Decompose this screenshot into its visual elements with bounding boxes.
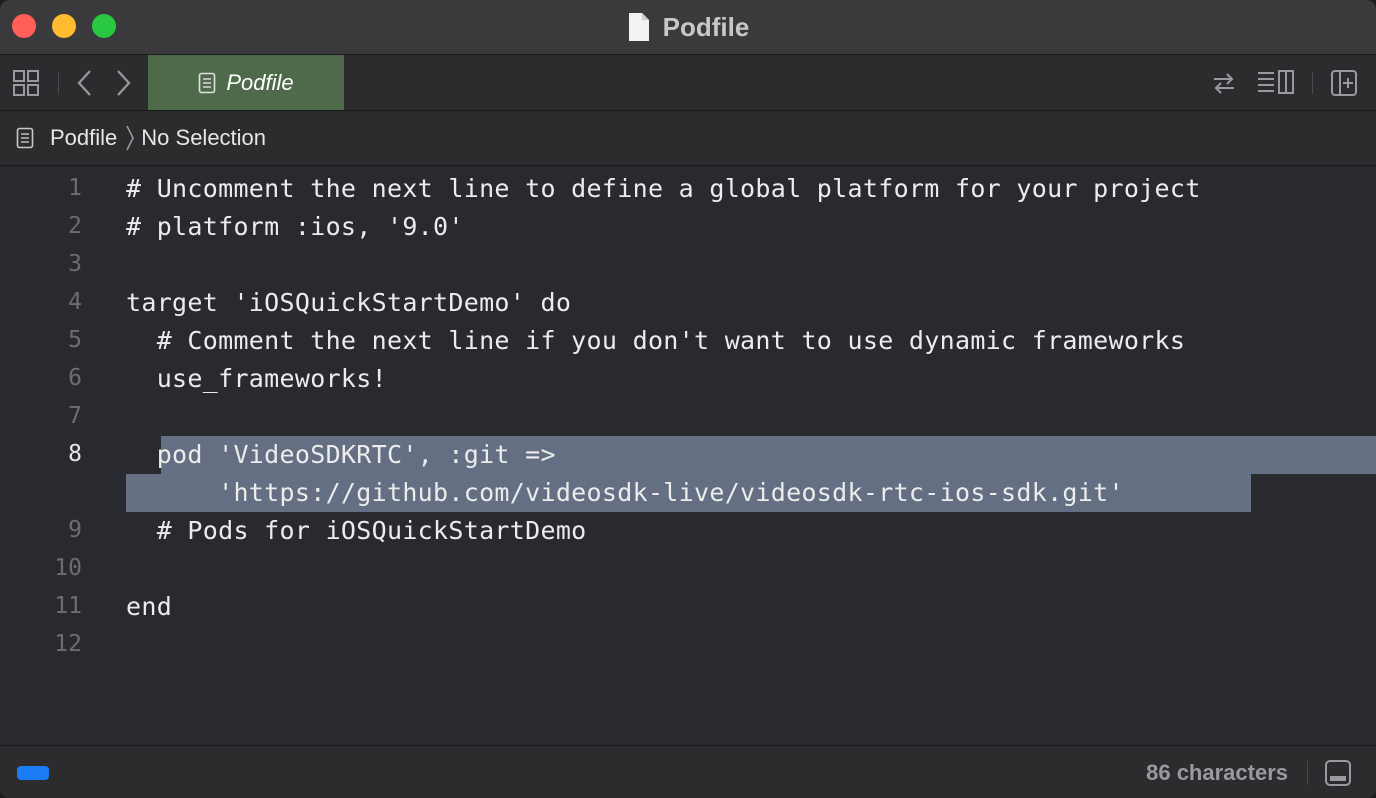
chevron-right-icon — [126, 125, 135, 151]
code-line: 4 target 'iOSQuickStartDemo' do — [0, 284, 1376, 322]
code-line: 10 — [0, 550, 1376, 588]
code-line: 2 # platform :ios, '9.0' — [0, 208, 1376, 246]
line-number: 7 — [68, 403, 82, 429]
line-text: # Comment the next line if you don't wan… — [126, 326, 1186, 355]
code-line-current: 8 pod 'VideoSDKRTC', :git => — [0, 436, 1376, 474]
code-line: 6 use_frameworks! — [0, 360, 1376, 398]
swap-arrows-icon[interactable] — [1210, 69, 1238, 97]
line-text: pod 'VideoSDKRTC', :git => — [126, 440, 556, 469]
tab-bar: Podfile — [0, 55, 1376, 111]
toolbar-divider — [1312, 72, 1313, 94]
document-icon — [199, 72, 216, 93]
line-number: 5 — [68, 327, 82, 353]
line-number: 8 — [68, 441, 82, 467]
line-text: use_frameworks! — [126, 364, 387, 393]
title-bar: Podfile — [0, 0, 1376, 55]
code-line: 11 end — [0, 588, 1376, 626]
tab-podfile[interactable]: Podfile — [148, 55, 344, 110]
window-title: Podfile — [662, 11, 750, 42]
bottom-panel-icon[interactable] — [1324, 759, 1352, 787]
code-line: 5 # Comment the next line if you don't w… — [0, 322, 1376, 360]
line-text: # Uncomment the next line to define a gl… — [126, 174, 1201, 203]
code-line: 7 — [0, 398, 1376, 436]
xcode-window: Podfile Podfile Podfile No Selection 1 #… — [0, 0, 1376, 798]
add-editor-icon[interactable] — [1330, 69, 1358, 97]
line-number: 12 — [54, 631, 82, 657]
related-items-grid-icon[interactable] — [12, 69, 40, 97]
line-text: 'https://github.com/videosdk-live/videos… — [126, 478, 1124, 507]
status-bar: 86 characters — [0, 745, 1376, 798]
status-indicator[interactable] — [17, 766, 49, 780]
line-text: target 'iOSQuickStartDemo' do — [126, 288, 572, 317]
chevron-right-icon[interactable] — [112, 69, 134, 97]
jump-bar-file[interactable]: Podfile — [50, 125, 117, 151]
document-icon — [628, 13, 649, 41]
line-text: end — [126, 592, 173, 621]
line-number: 4 — [68, 289, 82, 315]
line-number: 1 — [68, 175, 82, 201]
code-line: 12 — [0, 626, 1376, 664]
code-line: 1 # Uncomment the next line to define a … — [0, 170, 1376, 208]
line-number: 9 — [68, 517, 82, 543]
window-title-group: Podfile — [0, 0, 1376, 54]
line-number: 6 — [68, 365, 82, 391]
status-divider — [1307, 761, 1308, 785]
line-number: 10 — [54, 555, 82, 581]
editor-options-icon[interactable] — [1256, 69, 1296, 97]
code-editor[interactable]: 1 # Uncomment the next line to define a … — [0, 166, 1376, 744]
document-icon — [16, 127, 34, 149]
jump-bar-selection[interactable]: No Selection — [141, 125, 266, 151]
tab-label: Podfile — [226, 69, 294, 95]
code-line-wrapped: 'https://github.com/videosdk-live/videos… — [0, 474, 1376, 512]
line-number: 2 — [68, 213, 82, 239]
character-count: 86 characters — [1146, 760, 1288, 785]
code-line: 3 — [0, 246, 1376, 284]
code-line: 9 # Pods for iOSQuickStartDemo — [0, 512, 1376, 550]
chevron-left-icon[interactable] — [74, 69, 96, 97]
line-number: 11 — [54, 593, 82, 619]
line-text: # platform :ios, '9.0' — [126, 212, 464, 241]
toolbar-divider — [58, 72, 59, 94]
jump-bar: Podfile No Selection — [0, 111, 1376, 166]
line-text: # Pods for iOSQuickStartDemo — [126, 516, 587, 545]
line-number: 3 — [68, 251, 82, 277]
